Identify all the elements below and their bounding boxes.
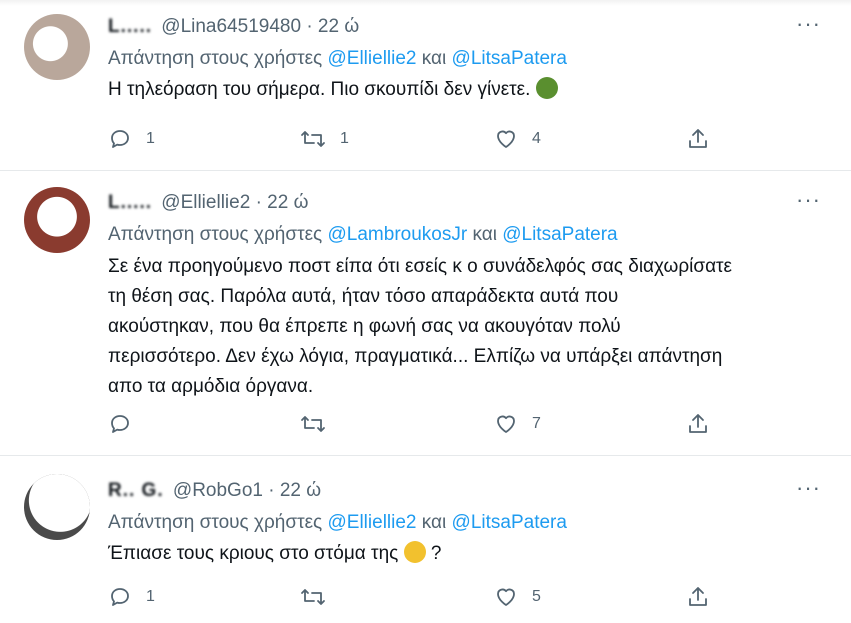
like-count: 5 (532, 588, 541, 605)
retweet-button[interactable] (300, 582, 340, 612)
tweet-actions: 1 1 4 (108, 124, 718, 154)
like-button[interactable]: 7 (494, 409, 541, 439)
share-icon (689, 129, 707, 148)
reply-context: Απάντηση στους χρήστες @LambroukosJr και… (108, 222, 821, 248)
tweet-actions: 1 5 (108, 582, 718, 612)
handle[interactable]: @Lina64519480 (161, 16, 301, 37)
avatar[interactable] (24, 14, 90, 80)
reply-prefix: Απάντηση στους χρήστες (108, 224, 323, 245)
share-button[interactable] (686, 582, 710, 612)
timestamp[interactable]: · 22 ώ (268, 480, 321, 501)
reply-button[interactable] (108, 409, 146, 439)
tweet-3[interactable]: R.. G. @RobGo1 · 22 ώ ··· Απάντηση στους… (0, 456, 851, 623)
tweet-2[interactable]: L..... @Elliellie2 · 22 ώ ··· Απάντηση σ… (0, 171, 851, 456)
reply-icon (111, 415, 129, 433)
display-name[interactable]: L..... (108, 190, 152, 216)
tweet-text-line: απο τα αρμόδια όργανα. (108, 376, 314, 397)
tweet-text: Σε ένα προηγούμενο ποστ είπα ότι εσείς κ… (108, 252, 821, 402)
tweet-text: Έπιασε τους κριους στο στόμα της ? (108, 540, 821, 568)
mention-link[interactable]: @Elliellie2 (328, 48, 417, 69)
mention-link[interactable]: @Elliellie2 (328, 512, 417, 533)
tweet-text: Η τηλεόραση του σήμερα. Πιο σκουπίδι δεν… (108, 76, 821, 104)
tweet-text-content: Η τηλεόραση του σήμερα. Πιο σκουπίδι δεν… (108, 79, 531, 100)
more-icon[interactable]: ··· (796, 477, 821, 499)
share-button[interactable] (686, 124, 710, 154)
handle[interactable]: @RobGo1 (173, 480, 263, 501)
like-icon (497, 588, 515, 606)
more-icon[interactable]: ··· (796, 189, 821, 211)
reply-count: 1 (146, 130, 155, 147)
nauseated-face-emoji-icon (535, 77, 558, 99)
reply-button[interactable]: 1 (108, 124, 155, 154)
tweet-text-line: περισσότερο. Δεν έχω λόγια, πραγματικά..… (108, 346, 723, 367)
share-icon (689, 587, 707, 606)
retweet-icon (301, 131, 325, 147)
reply-and: και (421, 48, 447, 69)
timestamp[interactable]: · 22 ώ (256, 192, 309, 213)
tweet-1[interactable]: L..... @Lina64519480 · 22 ώ ··· Απάντηση… (0, 0, 851, 171)
tweet-header: R.. G. @RobGo1 · 22 ώ (108, 478, 821, 504)
more-icon[interactable]: ··· (796, 13, 821, 35)
mention-link[interactable]: @LitsaPatera (452, 512, 567, 533)
handle[interactable]: @Elliellie2 (161, 192, 250, 213)
mention-link[interactable]: @LitsaPatera (452, 48, 567, 69)
tweet-header: L..... @Elliellie2 · 22 ώ (108, 190, 821, 216)
tweet-text-suffix: ? (430, 543, 442, 564)
angry-face-emoji-icon (403, 541, 426, 563)
mention-link[interactable]: @LitsaPatera (502, 224, 617, 245)
tweet-text-line: Σε ένα προηγούμενο ποστ είπα ότι εσείς κ… (108, 256, 733, 277)
reply-icon (111, 130, 129, 148)
avatar[interactable] (24, 187, 90, 253)
display-name[interactable]: L..... (108, 14, 152, 40)
reply-prefix: Απάντηση στους χρήστες (108, 512, 323, 533)
reply-context: Απάντηση στους χρήστες @Elliellie2 και @… (108, 46, 821, 72)
reply-icon (111, 588, 129, 606)
tweet-header: L..... @Lina64519480 · 22 ώ (108, 14, 821, 40)
avatar[interactable] (24, 474, 90, 540)
share-button[interactable] (686, 409, 710, 439)
like-icon (497, 130, 515, 148)
reply-context: Απάντηση στους χρήστες @Elliellie2 και @… (108, 510, 821, 536)
retweet-count: 1 (340, 130, 349, 147)
timestamp[interactable]: · 22 ώ (306, 16, 359, 37)
mention-link[interactable]: @LambroukosJr (328, 224, 468, 245)
retweet-button[interactable]: 1 (300, 124, 349, 154)
retweet-button[interactable] (300, 409, 340, 439)
reply-and: και (472, 224, 497, 245)
like-count: 4 (532, 130, 541, 147)
display-name[interactable]: R.. G. (108, 478, 164, 504)
retweet-icon (301, 416, 325, 432)
retweet-icon (301, 589, 325, 605)
reply-and: και (421, 512, 447, 533)
like-button[interactable]: 5 (494, 582, 541, 612)
reply-prefix: Απάντηση στους χρήστες (108, 48, 323, 69)
like-count: 7 (532, 415, 541, 432)
like-button[interactable]: 4 (494, 124, 541, 154)
tweet-text-line: ακούστηκαν, που θα έπρεπε η φωνή σας να … (108, 316, 621, 337)
tweet-text-line: τη θέση σας. Παρόλα αυτά, ήταν τόσο απαρ… (108, 286, 619, 307)
share-icon (689, 414, 707, 433)
reply-button[interactable]: 1 (108, 582, 155, 612)
like-icon (497, 415, 515, 433)
reply-count: 1 (146, 588, 155, 605)
tweet-text-content: Έπιασε τους κριους στο στόμα της (108, 543, 399, 564)
tweet-actions: 7 (108, 409, 718, 439)
